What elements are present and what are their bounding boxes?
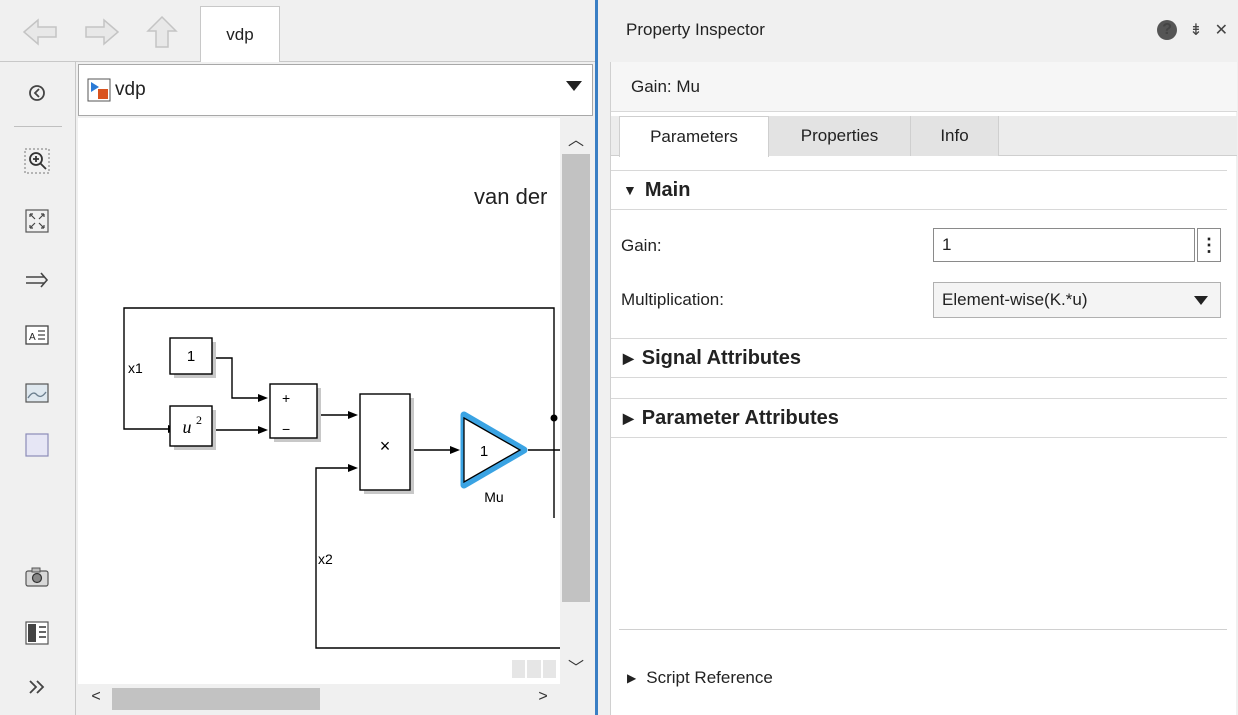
model-address-bar[interactable]: vdp: [78, 64, 593, 116]
expanded-triangle-icon: ▼: [623, 182, 637, 198]
signal-line-constant: [216, 357, 258, 399]
section-main-label: Main: [644, 178, 691, 201]
inspector-toolbar: ? ⇟ ✕: [1157, 20, 1228, 40]
forward-arrow-icon[interactable]: [80, 12, 124, 52]
tool-palette: A: [0, 62, 76, 715]
scroll-corner-grip: [512, 660, 556, 678]
gain-label: Gain:: [621, 236, 662, 255]
fit-to-view-icon[interactable]: [22, 206, 52, 236]
simulink-model-icon: [87, 78, 111, 102]
sum-plus-sign: +: [282, 390, 290, 406]
arrowhead: [258, 394, 268, 402]
pin-icon[interactable]: ⇟: [1189, 20, 1202, 40]
zoom-in-icon[interactable]: [22, 146, 52, 176]
up-arrow-icon[interactable]: [140, 12, 184, 52]
section-signal-label: Signal Attributes: [641, 346, 802, 369]
area-icon[interactable]: [22, 430, 52, 460]
scroll-left-icon[interactable]: <: [86, 688, 106, 710]
constant-value: 1: [187, 348, 195, 365]
camera-icon[interactable]: [22, 562, 52, 592]
inspector-body: Gain: Mu Parameters Properties Info ▼ Ma…: [610, 62, 1237, 715]
selected-block-name: Gain: Mu: [611, 62, 1237, 112]
section-signal-attributes-header[interactable]: ▶ Signal Attributes: [611, 338, 1227, 378]
gain-block-value: 1: [480, 443, 488, 460]
sum-block: [269, 383, 318, 439]
tab-info[interactable]: Info: [911, 116, 999, 156]
multiplication-label: Multiplication:: [621, 290, 724, 309]
square-symbol: u: [183, 417, 192, 437]
signal-label-x2: x2: [318, 551, 333, 567]
product-symbol: ×: [380, 436, 391, 456]
script-divider: [619, 629, 1227, 630]
block-diagram-canvas[interactable]: van der 1 u 2 + − × 1 Mu x1 x2: [78, 118, 560, 684]
expand-palette-icon[interactable]: [22, 672, 52, 702]
section-main-header[interactable]: ▼ Main: [611, 170, 1227, 210]
tab-properties[interactable]: Properties: [769, 116, 911, 156]
navigation-bar: vdp: [0, 0, 595, 62]
arrowhead: [348, 464, 358, 472]
vertical-scroll-thumb[interactable]: [562, 154, 590, 602]
gain-block-name: Mu: [484, 489, 503, 505]
inspector-tabs: Parameters Properties Info: [611, 116, 1237, 157]
signal-label-x1: x1: [128, 360, 143, 376]
horizontal-scrollbar[interactable]: < >: [78, 684, 593, 715]
multiplication-value: Element-wise(K.*u): [942, 290, 1088, 309]
inspector-title: Property Inspector: [626, 20, 765, 39]
svg-text:A: A: [29, 332, 36, 343]
horizontal-scroll-thumb[interactable]: [112, 688, 320, 710]
section-param-label: Parameter Attributes: [641, 406, 839, 429]
collapsed-triangle-icon: ▶: [627, 671, 637, 685]
help-icon[interactable]: ?: [1157, 20, 1178, 40]
hide-explorer-icon[interactable]: [22, 78, 52, 108]
collapsed-triangle-icon: ▶: [623, 349, 634, 366]
arrowhead: [450, 446, 460, 454]
section-parameter-attributes-header[interactable]: ▶ Parameter Attributes: [611, 398, 1227, 438]
collapsed-triangle-icon: ▶: [623, 409, 634, 426]
inspector-header: Property Inspector ? ⇟ ✕: [598, 0, 1238, 60]
chevron-down-icon: [1194, 296, 1208, 305]
simulink-editor: vdp A vdp van der 1 u 2 + − × 1 Mu x1 x2…: [0, 0, 598, 715]
palette-divider: [14, 126, 62, 127]
close-icon[interactable]: ✕: [1215, 20, 1228, 40]
gain-input[interactable]: 1: [933, 228, 1195, 262]
multiplication-dropdown[interactable]: Element-wise(K.*u): [933, 282, 1221, 318]
image-icon[interactable]: [22, 378, 52, 408]
scroll-down-icon[interactable]: ﹀: [566, 654, 586, 677]
model-path: vdp: [115, 79, 146, 100]
vertical-scrollbar[interactable]: ︿ ﹀: [560, 118, 593, 684]
signal-line-x2: [315, 467, 560, 649]
property-inspector: Property Inspector ? ⇟ ✕ Gain: Mu Parame…: [598, 0, 1238, 715]
scroll-up-icon[interactable]: ︿: [566, 126, 586, 149]
sum-minus-sign: −: [282, 421, 290, 437]
arrowhead: [348, 411, 358, 419]
scroll-right-icon[interactable]: >: [533, 688, 553, 710]
tab-parameters[interactable]: Parameters: [619, 116, 769, 157]
square-exponent: 2: [196, 413, 202, 427]
chevron-down-icon[interactable]: [566, 81, 582, 91]
annotation-icon[interactable]: A: [22, 320, 52, 350]
script-reference-label: Script Reference: [646, 668, 773, 687]
back-arrow-icon[interactable]: [18, 12, 62, 52]
tab-vdp[interactable]: vdp: [200, 6, 280, 62]
more-options-icon[interactable]: ⋮: [1197, 228, 1221, 262]
route-lines-icon[interactable]: [22, 266, 52, 296]
model-browser-icon[interactable]: [22, 618, 52, 648]
script-reference-toggle[interactable]: ▶ Script Reference: [627, 668, 773, 688]
arrowhead: [258, 426, 268, 434]
